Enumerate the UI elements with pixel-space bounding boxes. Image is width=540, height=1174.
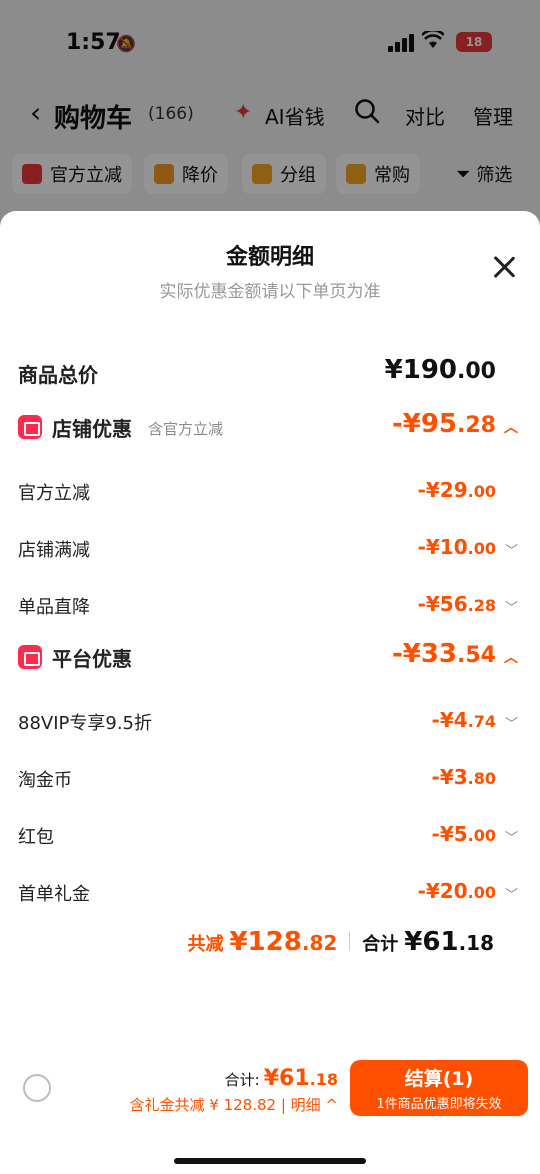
saved-amount: ¥128.82	[229, 927, 338, 957]
bottom-total-amount: ¥61.18	[263, 1066, 338, 1091]
total-amount: ¥61.18	[404, 927, 494, 957]
saving-detail-link[interactable]: 含礼金共减 ¥ 128.82 | 明细 ^	[130, 1094, 339, 1115]
shop-icon	[18, 415, 42, 439]
discount-item-row: 官方立减 -¥29.00	[0, 473, 540, 513]
item-label: 淘金币	[18, 770, 72, 791]
total-label: 合计	[362, 934, 399, 955]
shop-discount-amount: -¥95.28	[391, 409, 496, 439]
chevron-up-icon[interactable]: ︿	[504, 417, 518, 437]
item-amount: -¥3.80	[431, 765, 496, 789]
saved-label: 共减	[187, 934, 224, 955]
checkout-sublabel: 1件商品优惠即将失效	[376, 1097, 502, 1112]
item-amount: -¥4.74	[431, 708, 496, 732]
platform-discount-label: 平台优惠	[52, 647, 132, 671]
platform-discount-amount: -¥33.54	[391, 639, 496, 669]
amount-detail-sheet: 金额明细 实际优惠金额请以下单页为准 商品总价 ¥190.00 店铺优惠 含官方…	[0, 211, 540, 1174]
coupon-icon	[18, 645, 42, 669]
goods-total-row: 商品总价 ¥190.00	[0, 355, 540, 395]
platform-discount-row[interactable]: 平台优惠 -¥33.54 ︿	[0, 639, 540, 679]
discount-item-row[interactable]: 88VIP专享9.5折 -¥4.74 ﹀	[0, 703, 540, 743]
shop-discount-row[interactable]: 店铺优惠 含官方立减 -¥95.28 ︿	[0, 409, 540, 449]
item-label: 单品直降	[18, 597, 90, 618]
goods-total-amount: ¥190.00	[384, 355, 496, 385]
item-label: 88VIP专享9.5折	[18, 713, 153, 734]
bottom-total: 合计: ¥61.18	[225, 1066, 338, 1091]
chevron-down-icon[interactable]: ﹀	[505, 713, 518, 732]
checkout-bar: 合计: ¥61.18 含礼金共减 ¥ 128.82 | 明细 ^ 结算(1) 1…	[0, 1050, 540, 1174]
bottom-total-label: 合计:	[224, 1071, 260, 1089]
item-amount: -¥29.00	[417, 478, 496, 502]
discount-item-row[interactable]: 首单礼金 -¥20.00 ﹀	[0, 874, 540, 914]
chevron-down-icon[interactable]: ﹀	[505, 827, 518, 846]
goods-total-label: 商品总价	[18, 363, 98, 387]
item-label: 首单礼金	[18, 884, 90, 905]
shop-discount-note: 含官方立减	[148, 420, 224, 438]
home-indicator[interactable]	[174, 1158, 366, 1164]
discount-item-row: 淘金币 -¥3.80	[0, 760, 540, 800]
close-icon[interactable]	[492, 255, 516, 279]
modal-overlay[interactable]	[0, 0, 540, 230]
checkout-button[interactable]: 结算(1) 1件商品优惠即将失效	[350, 1060, 528, 1116]
item-amount: -¥5.00	[431, 822, 496, 846]
chevron-down-icon[interactable]: ﹀	[505, 884, 518, 903]
item-amount: -¥20.00	[417, 879, 496, 903]
checkout-label: 结算(1)	[404, 1068, 474, 1090]
divider	[349, 932, 351, 950]
chevron-down-icon[interactable]: ﹀	[505, 540, 518, 559]
sheet-subtitle: 实际优惠金额请以下单页为准	[159, 282, 381, 302]
chevron-up-icon[interactable]: ︿	[504, 647, 518, 667]
sheet-title: 金额明细	[225, 245, 314, 270]
select-all-checkbox[interactable]	[23, 1074, 51, 1102]
summary-line: 共减 ¥128.82 合计 ¥61.18	[187, 927, 494, 961]
item-amount: -¥10.00	[417, 535, 496, 559]
item-label: 官方立减	[18, 483, 90, 504]
discount-item-row[interactable]: 红包 -¥5.00 ﹀	[0, 817, 540, 857]
discount-item-row[interactable]: 单品直降 -¥56.28 ﹀	[0, 587, 540, 627]
item-label: 红包	[18, 827, 54, 848]
item-amount: -¥56.28	[417, 592, 496, 616]
shop-discount-label: 店铺优惠	[52, 417, 132, 441]
chevron-down-icon[interactable]: ﹀	[505, 597, 518, 616]
item-label: 店铺满减	[18, 540, 90, 561]
discount-item-row[interactable]: 店铺满减 -¥10.00 ﹀	[0, 530, 540, 570]
